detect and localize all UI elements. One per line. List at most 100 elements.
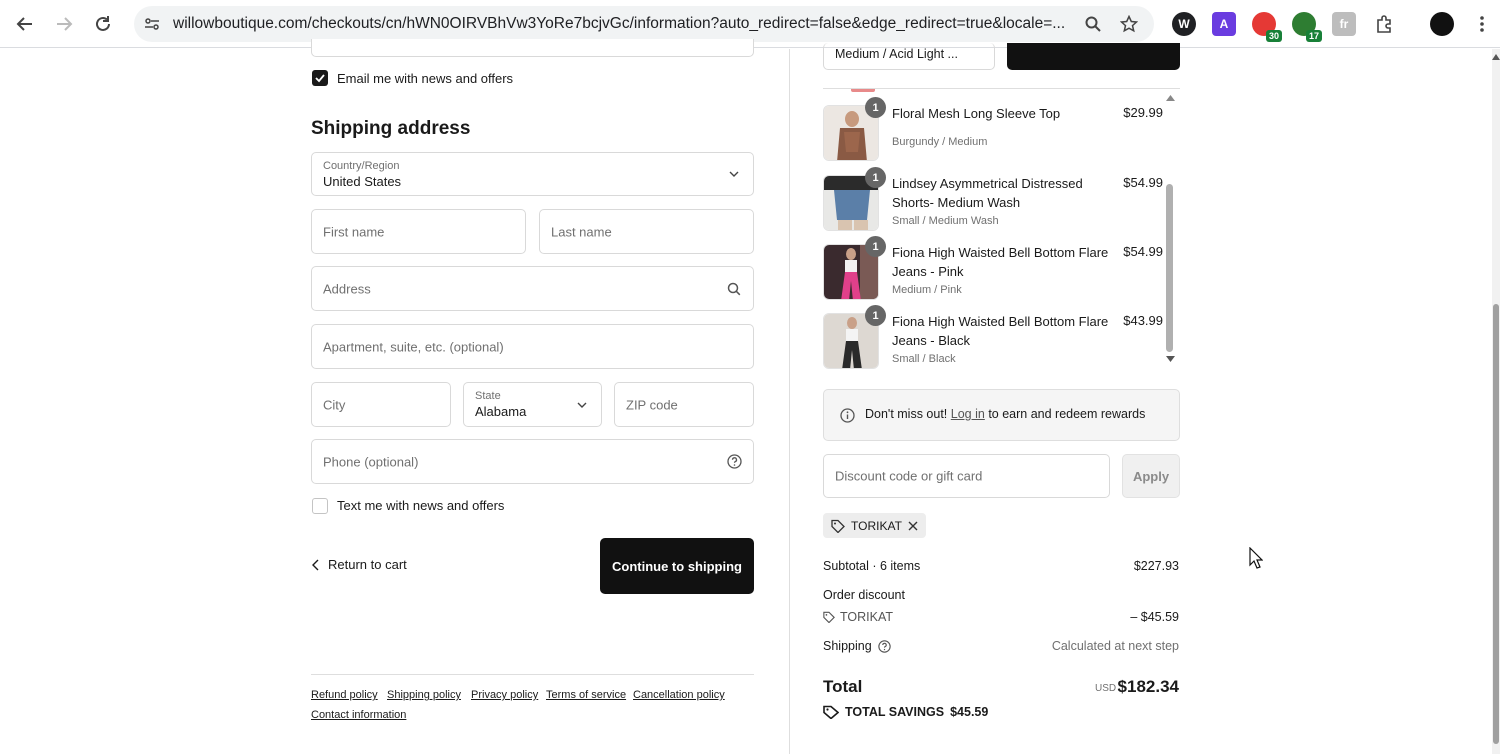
total-currency: USD: [1095, 683, 1117, 694]
shipping-address-title: Shipping address: [311, 118, 471, 139]
chevron-down-icon: [726, 166, 742, 182]
apartment-field[interactable]: Apartment, suite, etc. (optional): [311, 324, 754, 369]
url-text[interactable]: willowboutique.com/checkouts/cn/hWN0OIRV…: [173, 15, 1073, 33]
subtotal-label: Subtotal · 6 items: [823, 559, 921, 573]
apartment-placeholder: Apartment, suite, etc. (optional): [323, 339, 504, 354]
red-extension-icon[interactable]: 30: [1252, 12, 1282, 42]
products-divider: [823, 88, 1180, 89]
help-circle-icon[interactable]: [726, 454, 742, 470]
product-variant: Small / Black: [892, 353, 956, 365]
reload-icon[interactable]: [88, 9, 118, 39]
return-to-cart-label: Return to cart: [328, 557, 407, 572]
product-name: Fiona High Waisted Bell Bottom Flare Jea…: [892, 245, 1109, 279]
profile-avatar-icon[interactable]: [1430, 12, 1454, 36]
grey-extension-icon[interactable]: fr: [1332, 12, 1356, 36]
contact-information-link[interactable]: Contact information: [311, 709, 406, 721]
discount-code-row: TORIKAT: [823, 610, 893, 624]
first-name-placeholder: First name: [323, 224, 385, 239]
quantity-badge: 1: [865, 305, 886, 326]
phone-field[interactable]: Phone (optional): [311, 439, 754, 484]
address-placeholder: Address: [323, 281, 371, 296]
page-scrollbar[interactable]: [1492, 49, 1500, 754]
page-scrollbar-thumb[interactable]: [1493, 304, 1499, 744]
footer-divider: [311, 674, 754, 675]
product-name: Fiona High Waisted Bell Bottom Flare Jea…: [892, 314, 1109, 348]
forward-icon[interactable]: [49, 9, 79, 39]
total-value: $182.34: [1117, 677, 1179, 696]
last-name-placeholder: Last name: [551, 224, 612, 239]
upsell-variant-value: Medium / Acid Light ...: [835, 47, 958, 61]
quantity-badge: 1: [865, 236, 886, 257]
site-settings-icon[interactable]: [142, 14, 162, 34]
shipping-row: Shipping: [823, 639, 891, 653]
product-variant: Small / Medium Wash: [892, 215, 999, 227]
zoom-icon[interactable]: [1083, 14, 1103, 34]
back-icon[interactable]: [10, 9, 40, 39]
chevron-down-icon: [574, 397, 590, 413]
discount-code-input[interactable]: Discount code or gift card: [823, 454, 1110, 498]
last-name-field[interactable]: Last name: [539, 209, 754, 254]
city-placeholder: City: [323, 397, 346, 412]
return-to-cart-link[interactable]: Return to cart: [312, 557, 407, 572]
product-variant: Medium / Pink: [892, 284, 962, 296]
savings-label: TOTAL SAVINGS: [845, 705, 945, 719]
apply-discount-button[interactable]: Apply: [1122, 454, 1180, 498]
a-extension-icon[interactable]: A: [1212, 12, 1236, 36]
product-name: Floral Mesh Long Sleeve Top: [892, 106, 1061, 121]
applied-discount-chip: TORIKAT: [823, 513, 926, 538]
subtotal-value: $227.93: [1133, 559, 1179, 573]
continue-to-shipping-button[interactable]: Continue to shipping: [600, 538, 754, 594]
total-label: Total: [823, 677, 863, 696]
help-circle-icon[interactable]: [877, 639, 891, 653]
scroll-up-arrow-icon[interactable]: [1166, 95, 1175, 101]
address-field[interactable]: Address: [311, 266, 754, 311]
upsell-add-button[interactable]: [1007, 43, 1180, 70]
state-value: Alabama: [475, 404, 527, 419]
shipping-policy-link[interactable]: Shipping policy: [387, 689, 461, 701]
city-field[interactable]: City: [311, 382, 451, 427]
privacy-policy-link[interactable]: Privacy policy: [471, 689, 538, 701]
text-news-checkbox[interactable]: [312, 498, 328, 514]
discount-value: – $45.59: [1130, 610, 1179, 624]
zip-placeholder: ZIP code: [626, 397, 678, 412]
email-field[interactable]: [311, 39, 754, 57]
green-extension-icon[interactable]: 17: [1292, 12, 1322, 42]
rewards-login-link[interactable]: Log in: [951, 407, 985, 421]
country-label: Country/Region: [323, 160, 400, 172]
country-select[interactable]: Country/Region United States: [311, 152, 754, 196]
state-select[interactable]: State Alabama: [463, 382, 602, 427]
discount-placeholder: Discount code or gift card: [835, 468, 983, 484]
green-extension-badge: 17: [1305, 30, 1322, 42]
w-extension-icon[interactable]: W: [1172, 12, 1196, 36]
discount-code-label: TORIKAT: [840, 610, 894, 624]
country-value: United States: [323, 174, 402, 189]
total-savings: TOTAL SAVINGS $45.59: [823, 705, 988, 719]
order-discount-label: Order discount: [823, 588, 905, 602]
refund-policy-link[interactable]: Refund policy: [311, 689, 378, 701]
shipping-label: Shipping: [823, 639, 872, 653]
remove-discount-icon[interactable]: [908, 521, 918, 531]
cancellation-policy-link[interactable]: Cancellation policy: [633, 689, 725, 701]
page-scroll-up-icon[interactable]: [1492, 54, 1500, 60]
savings-value: $45.59: [950, 705, 989, 719]
product-price: $54.99: [1123, 175, 1163, 190]
scroll-down-arrow-icon[interactable]: [1166, 356, 1175, 362]
terms-of-service-link[interactable]: Terms of service: [546, 689, 626, 701]
tag-icon: [823, 611, 835, 623]
rewards-prefix: Don't miss out!: [865, 407, 948, 421]
mouse-cursor-icon: [1249, 547, 1263, 569]
product-price: $29.99: [1123, 105, 1163, 120]
email-news-checkbox[interactable]: [312, 70, 328, 86]
zip-field[interactable]: ZIP code: [614, 382, 754, 427]
address-bar[interactable]: willowboutique.com/checkouts/cn/hWN0OIRV…: [134, 6, 1154, 42]
checkout-form: Email me with news and offers Shipping a…: [0, 39, 789, 754]
shipping-value: Calculated at next step: [1051, 639, 1179, 653]
products-scrollbar[interactable]: [1166, 184, 1173, 352]
chevron-left-icon: [312, 559, 319, 570]
upsell-variant-select[interactable]: Medium / Acid Light ...: [823, 43, 995, 70]
browser-menu-icon[interactable]: [1467, 9, 1497, 39]
bookmark-star-icon[interactable]: [1119, 14, 1139, 34]
extensions-puzzle-icon[interactable]: [1369, 9, 1399, 39]
first-name-field[interactable]: First name: [311, 209, 526, 254]
product-name: Lindsey Asymmetrical Distressed Shorts- …: [892, 176, 1083, 210]
